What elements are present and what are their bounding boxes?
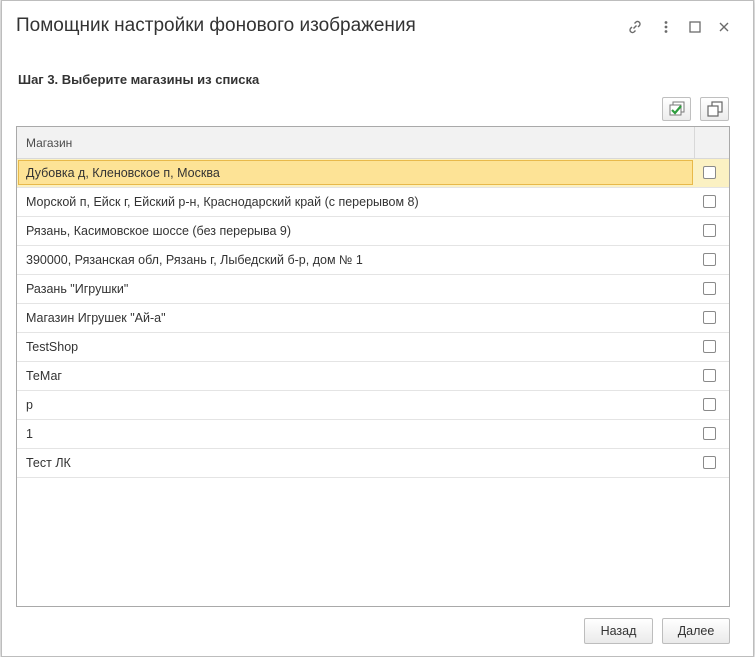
table-header: Магазин [17,127,729,159]
row-checkbox[interactable] [703,195,716,208]
check-all-icon [669,101,684,116]
row-checkbox[interactable] [703,311,716,324]
row-checkbox[interactable] [703,398,716,411]
row-checkbox[interactable] [703,224,716,237]
table-row[interactable]: Морской п, Ейск г, Ейский р-н, Краснодар… [17,188,729,217]
row-checkbox[interactable] [703,340,716,353]
table-row[interactable]: Тест ЛК [17,449,729,478]
table-row[interactable]: TestShop [17,333,729,362]
store-name-cell: р [26,398,33,412]
row-checkbox[interactable] [703,282,716,295]
uncheck-all-button[interactable] [700,97,729,121]
store-name-cell: 390000, Рязанская обл, Рязань г, Лыбедск… [26,253,363,267]
copy-icon [706,101,723,117]
link-icon[interactable] [625,17,645,37]
table-row[interactable]: Магазин Игрушек "Ай-а" [17,304,729,333]
step-heading: Шаг 3. Выберите магазины из списка [18,72,260,87]
store-name-cell: 1 [26,427,33,441]
store-name-cell: Морской п, Ейск г, Ейский р-н, Краснодар… [26,195,419,209]
row-checkbox[interactable] [703,456,716,469]
store-name-cell: ТеМаг [26,369,62,383]
table-row[interactable]: Дубовка д, Кленовское п, Москва [17,159,729,188]
store-name-cell: Рязань, Касимовское шоссе (без перерыва … [26,224,292,238]
store-name-cell: Дубовка д, Кленовское п, Москва [26,166,220,180]
table-body: Дубовка д, Кленовское п, Москва Морской п… [17,159,729,478]
store-name-cell: Тест ЛК [26,456,71,470]
stores-table: Магазин Дубовка д, Кленовское п, Москва М… [16,126,730,607]
store-name-cell: Магазин Игрушек "Ай-а" [26,311,166,325]
close-icon[interactable] [714,17,734,37]
wizard-dialog: Помощник настройки фонового изображения [1,0,754,657]
check-all-button[interactable] [662,97,691,121]
dialog-title: Помощник настройки фонового изображения [16,15,416,36]
table-row[interactable]: Рязань, Касимовское шоссе (без перерыва … [17,217,729,246]
row-checkbox[interactable] [703,369,716,382]
table-row[interactable]: Разань "Игрушки" [17,275,729,304]
back-button[interactable]: Назад [584,618,653,644]
column-separator [694,127,695,158]
row-checkbox[interactable] [703,427,716,440]
table-row[interactable]: 1 [17,420,729,449]
store-name-cell: TestShop [26,340,79,354]
dialog-titlebar: Помощник настройки фонового изображения [2,1,753,53]
more-vertical-icon[interactable] [656,17,676,37]
row-checkbox[interactable] [703,166,716,179]
row-checkbox[interactable] [703,253,716,266]
table-row[interactable]: р [17,391,729,420]
store-name-cell: Разань "Игрушки" [26,282,129,296]
next-button[interactable]: Далее [662,618,730,644]
column-header-store[interactable]: Магазин [26,136,72,150]
table-row[interactable]: ТеМаг [17,362,729,391]
table-row[interactable]: 390000, Рязанская обл, Рязань г, Лыбедск… [17,246,729,275]
maximize-icon[interactable] [685,17,705,37]
